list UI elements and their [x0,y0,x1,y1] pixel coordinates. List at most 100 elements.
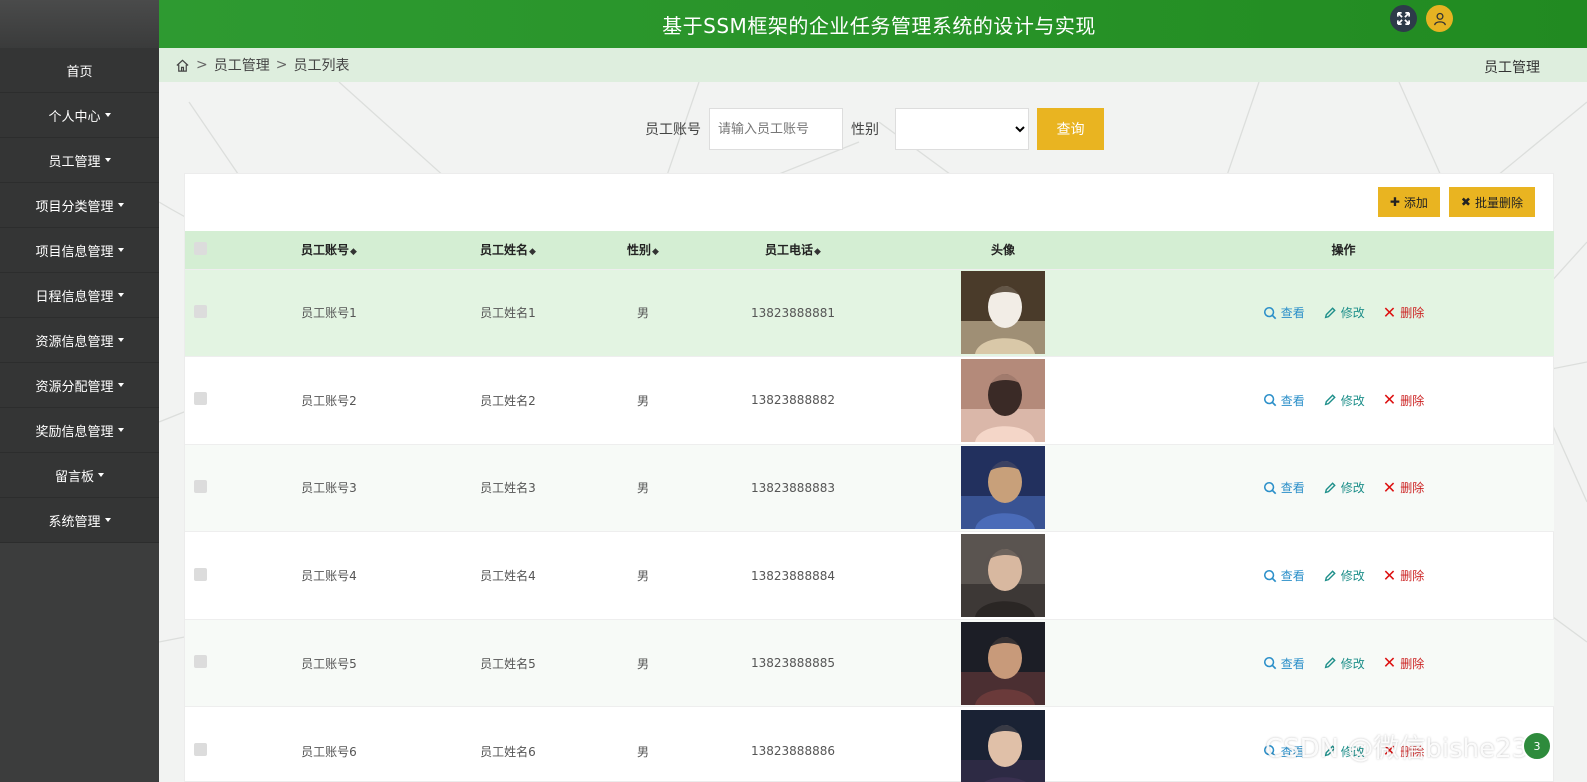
cell-actions: 查看 修改 ✕ 删除 [1133,619,1554,707]
table-row: 员工账号4 员工姓名4 男 13823888884 查看 修改 ✕ 删除 [185,531,1554,620]
account-search-input[interactable] [709,108,843,150]
sidebar-logo-area [0,0,159,48]
table-row: 员工账号5 员工姓名5 男 13823888885 查看 修改 ✕ 删除 [185,619,1554,707]
edit-button[interactable]: 修改 [1323,655,1365,672]
edit-label: 修改 [1340,569,1365,584]
cell-gender: 男 [636,481,649,496]
row-checkbox[interactable] [193,392,207,406]
sidebar-item-label: 项目信息管理 [35,244,114,260]
search-icon [1263,394,1277,407]
view-button[interactable]: 查看 [1263,304,1305,321]
delete-button[interactable]: ✕ 删除 [1383,655,1424,672]
avatar [961,709,1045,782]
search-icon [1263,657,1277,670]
view-button[interactable]: 查看 [1263,567,1305,584]
cell-gender: 男 [636,656,649,671]
sidebar-item-label: 资源分配管理 [35,379,114,395]
row-select-cell [185,357,215,445]
fullscreen-button[interactable] [1390,5,1417,32]
row-checkbox[interactable] [193,304,207,318]
employee-table-card: ✚ 添加 ✖ 批量删除 员工账号◆ 员工姓名◆ 性别◆ 员工电话◆ 头像 操作 … [184,173,1554,782]
add-button[interactable]: ✚ 添加 [1377,187,1440,217]
sidebar-item-0[interactable]: 首页 [0,48,159,93]
edit-label: 修改 [1340,393,1365,408]
delete-button[interactable]: ✕ 删除 [1383,304,1424,321]
sidebar-item-9[interactable]: 留言板 [0,453,159,498]
pencil-icon [1324,657,1336,669]
view-button[interactable]: 查看 [1263,479,1305,496]
chevron-down-icon [117,293,124,297]
edit-button[interactable]: 修改 [1323,304,1365,321]
delete-button[interactable]: ✕ 删除 [1383,479,1424,496]
edit-button[interactable]: 修改 [1323,567,1365,584]
gender-search-label: 性别 [851,122,879,138]
cell-actions: 查看 修改 ✕ 删除 [1133,269,1554,357]
query-button[interactable]: 查询 [1037,108,1104,150]
edit-label: 修改 [1340,481,1365,496]
cell-avatar [873,269,1133,357]
cell-phone: 13823888885 [751,656,835,671]
plus-icon: ✚ [1389,195,1400,209]
sidebar-item-5[interactable]: 日程信息管理 [0,273,159,318]
sidebar-item-10[interactable]: 系统管理 [0,498,159,543]
select-all-checkbox[interactable] [193,241,207,255]
chevron-down-icon [104,158,111,162]
batch-delete-button[interactable]: ✖ 批量删除 [1448,187,1535,217]
expand-icon [1397,12,1410,25]
home-icon[interactable] [175,58,190,73]
column-header-avatar: 头像 [990,243,1015,258]
edit-button[interactable]: 修改 [1323,392,1365,409]
sidebar-item-8[interactable]: 奖励信息管理 [0,408,159,453]
row-checkbox[interactable] [193,567,207,581]
table-row: 员工账号2 员工姓名2 男 13823888882 查看 修改 ✕ 删除 [185,356,1554,445]
row-checkbox[interactable] [193,743,207,757]
row-select-cell [185,444,215,532]
floating-badge[interactable]: 3 [1522,731,1552,761]
cell-name: 员工姓名6 [480,744,536,759]
select-all-cell [185,231,215,269]
delete-label: 删除 [1400,306,1425,321]
breadcrumb-employee-management[interactable]: 员工管理 [214,55,270,75]
gender-select[interactable] [895,108,1029,150]
chevron-down-icon [117,338,124,342]
search-icon [1263,481,1277,495]
sidebar-item-6[interactable]: 资源信息管理 [0,318,159,363]
breadcrumb: > 员工管理 > 员工列表 员工管理 [159,48,1587,82]
sidebar-item-3[interactable]: 项目分类管理 [0,183,159,228]
delete-button[interactable]: ✕ 删除 [1383,392,1424,409]
cell-name: 员工姓名5 [480,656,536,671]
close-icon: ✕ [1382,653,1397,673]
avatar [961,271,1045,355]
pencil-icon [1324,482,1336,494]
sidebar-item-4[interactable]: 项目信息管理 [0,228,159,273]
view-button[interactable]: 查看 [1263,655,1305,672]
delete-label: 删除 [1400,656,1425,671]
pencil-icon [1324,307,1336,319]
user-icon [1433,12,1446,25]
sidebar-item-2[interactable]: 员工管理 [0,138,159,183]
avatar [961,621,1045,705]
page-title: 基于SSM框架的企业任务管理系统的设计与实现 [662,13,1096,38]
view-label: 查看 [1280,306,1305,321]
edit-button[interactable]: 修改 [1323,479,1365,496]
column-header-account[interactable]: 员工账号◆ [215,231,443,269]
row-checkbox[interactable] [193,479,207,493]
column-header-phone[interactable]: 员工电话◆ [713,231,873,269]
sidebar-item-1[interactable]: 个人中心 [0,93,159,138]
sort-icon: ◆ [652,247,659,258]
column-header-gender[interactable]: 性别◆ [573,231,713,269]
delete-button[interactable]: ✕ 删除 [1383,567,1424,584]
sidebar-item-7[interactable]: 资源分配管理 [0,363,159,408]
breadcrumb-employee-list: 员工列表 [293,58,350,74]
user-menu-button[interactable] [1426,5,1453,32]
row-checkbox[interactable] [193,655,207,669]
view-button[interactable]: 查看 [1263,392,1305,409]
cell-avatar [873,532,1133,620]
table-row: 员工账号3 员工姓名3 男 13823888883 查看 修改 ✕ 删除 [185,444,1554,532]
edit-label: 修改 [1340,306,1365,321]
column-header-name[interactable]: 员工姓名◆ [443,231,573,269]
sidebar-item-label: 员工管理 [48,154,101,170]
cell-name: 员工姓名2 [480,393,536,408]
account-search-label: 员工账号 [645,122,701,138]
search-icon [1263,569,1277,582]
